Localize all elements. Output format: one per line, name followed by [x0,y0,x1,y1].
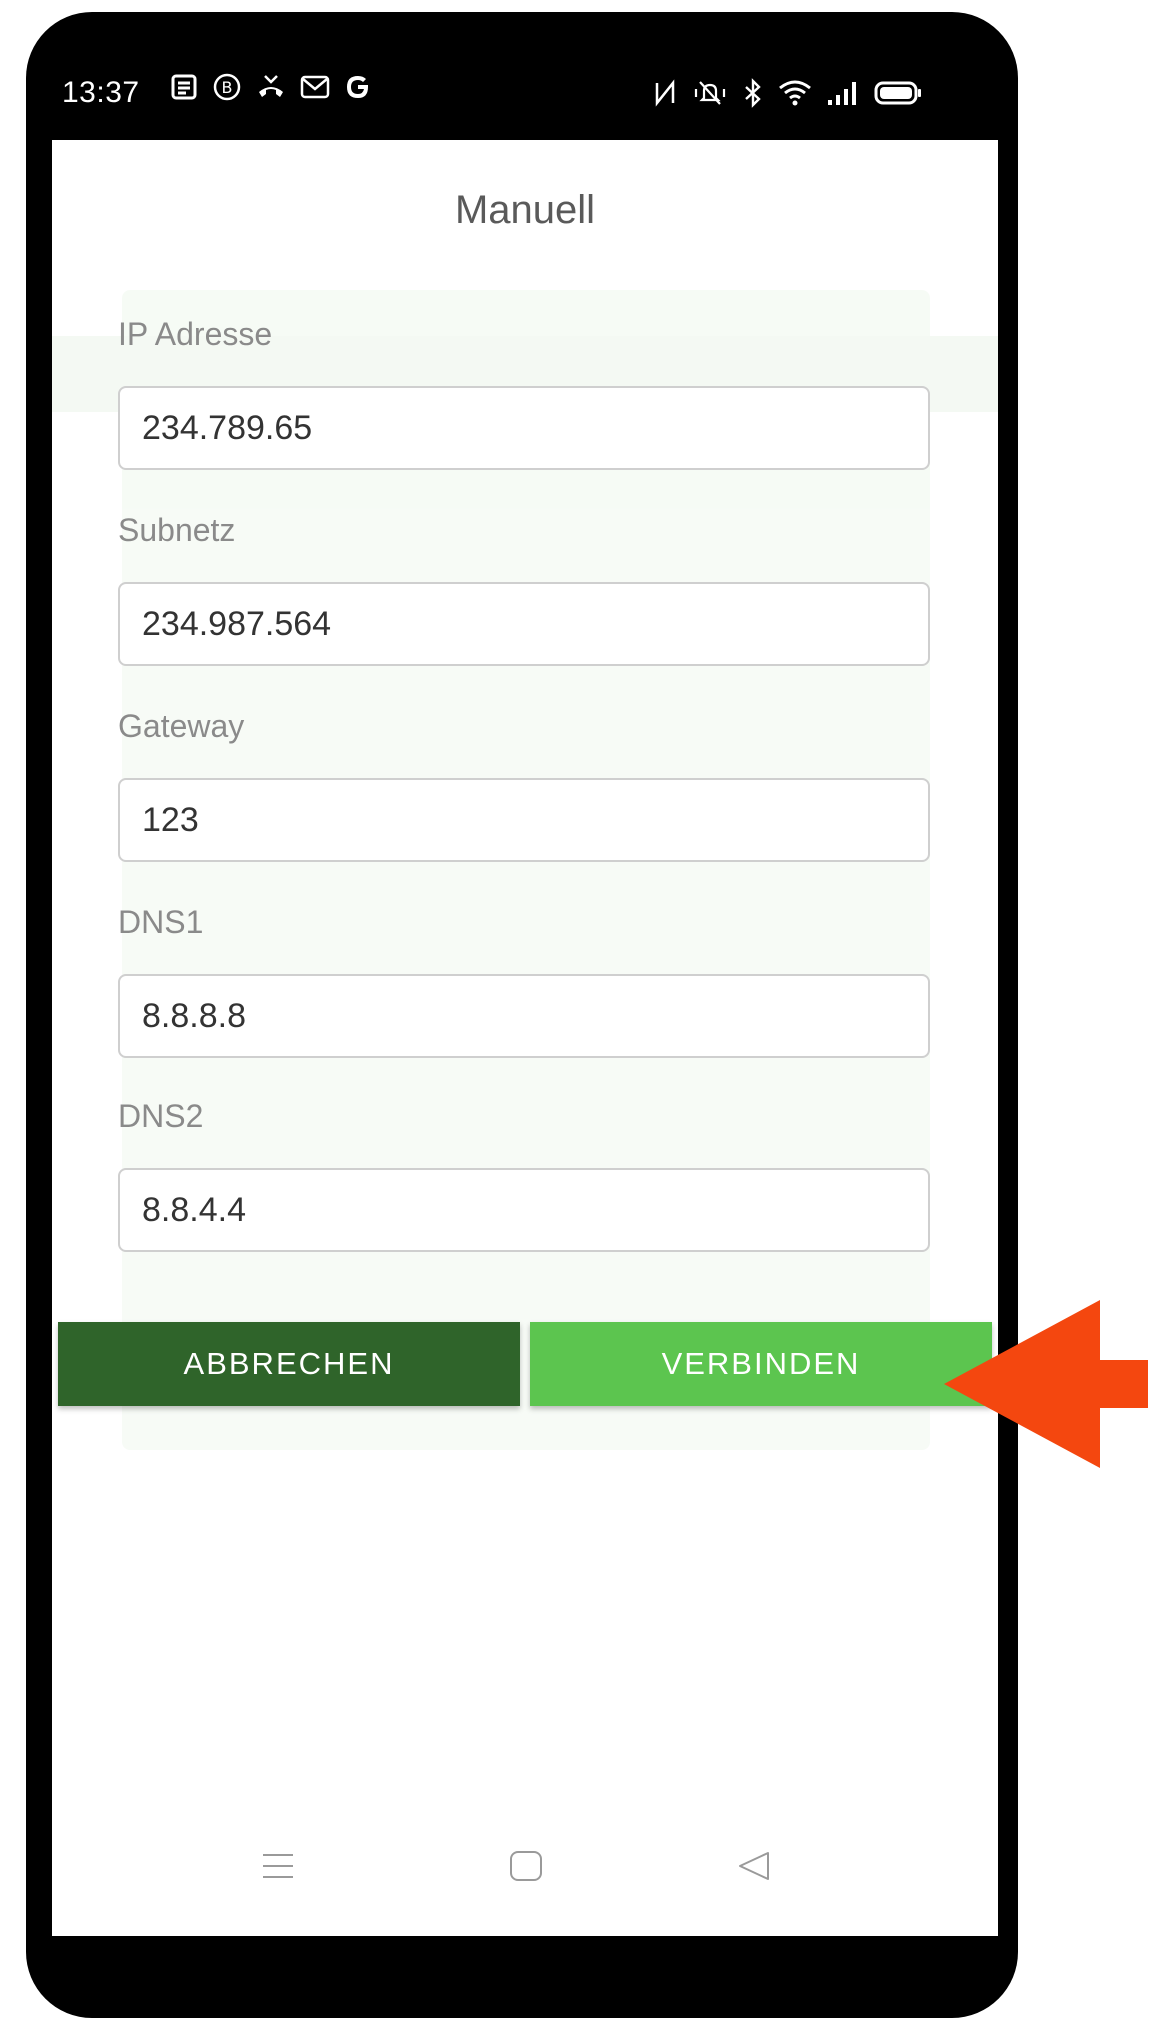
svg-text:B: B [222,78,233,97]
status-left-icons: B [170,72,372,102]
dns1-label: DNS1 [118,904,204,940]
signal-icon [826,78,860,108]
gateway-input[interactable] [118,778,930,862]
missed-call-icon [256,72,286,102]
dns2-label: DNS2 [118,1098,204,1134]
nfc-icon [652,79,678,107]
ip-address-input[interactable] [118,386,930,470]
status-right-icons [652,78,924,108]
back-icon[interactable] [724,1836,784,1896]
arrow-icon [944,1300,1148,1473]
dialog-title: Manuell [454,188,596,232]
subnet-label: Subnetz [118,512,236,548]
cancel-button[interactable]: ABBRECHEN [58,1322,520,1406]
wifi-icon [778,78,812,108]
gmail-icon [300,74,330,100]
vibrate-icon [692,78,728,108]
b-circle-icon: B [212,72,242,102]
connect-button[interactable]: VERBINDEN [530,1322,992,1406]
battery-icon [874,78,924,108]
bluetooth-icon [742,78,764,108]
google-icon [344,73,372,101]
notes-icon [170,73,198,101]
menu-icon[interactable] [248,1836,308,1896]
status-time: 13:37 [62,76,140,109]
home-icon[interactable] [496,1836,556,1896]
dns1-input[interactable] [118,974,930,1058]
subnet-input[interactable] [118,582,930,666]
navigation-bar [52,1836,998,1916]
dns2-input[interactable] [118,1168,930,1252]
gateway-label: Gateway [118,708,245,744]
screen: Manuell IP Adresse Subnetz Gateway DNS1 … [52,140,998,1936]
ip-address-label: IP Adresse [118,316,273,352]
